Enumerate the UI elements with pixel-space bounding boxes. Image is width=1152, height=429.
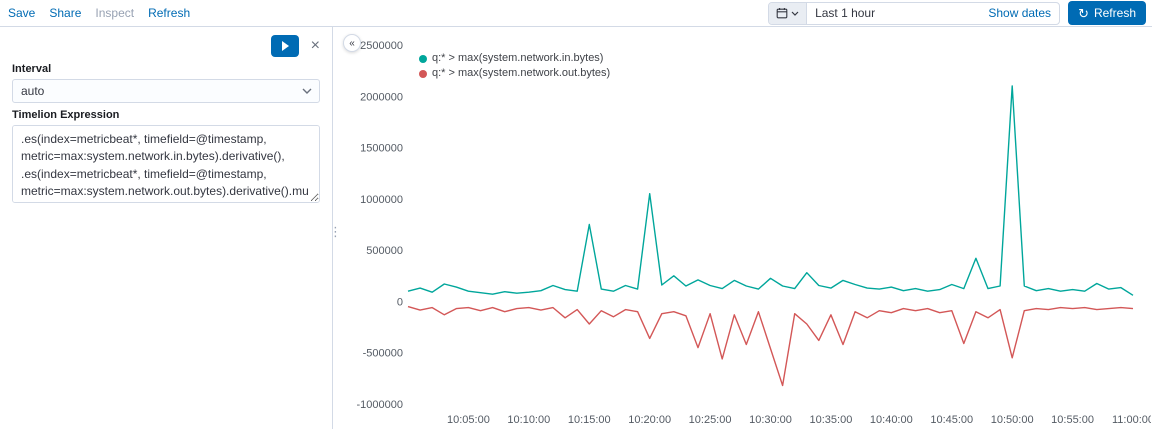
refresh-icon: ↻ bbox=[1078, 7, 1089, 20]
axis-tick-label: 10:45:00 bbox=[930, 414, 973, 426]
share-button[interactable]: Share bbox=[49, 6, 81, 20]
interval-label: Interval bbox=[12, 63, 320, 75]
time-range-value[interactable]: Last 1 hour bbox=[807, 6, 980, 20]
calendar-dropdown-button[interactable] bbox=[769, 3, 807, 24]
axis-tick-label: 10:30:00 bbox=[749, 414, 792, 426]
axis-tick-label: 10:15:00 bbox=[568, 414, 611, 426]
axis-tick-label: 1000000 bbox=[360, 194, 403, 206]
collapse-panel-button[interactable]: « bbox=[343, 34, 361, 52]
axis-tick-label: 10:50:00 bbox=[991, 414, 1034, 426]
top-bar: Save Share Inspect Refresh Last 1 hour S… bbox=[0, 0, 1152, 27]
play-icon bbox=[282, 41, 289, 51]
interval-select[interactable]: auto bbox=[12, 79, 320, 103]
timelion-editor-panel: × Interval auto Timelion Expression .es(… bbox=[0, 27, 333, 429]
refresh-button-label: Refresh bbox=[1094, 6, 1136, 20]
super-date-picker: Last 1 hour Show dates bbox=[768, 2, 1060, 25]
axis-tick-label: 1500000 bbox=[360, 143, 403, 155]
legend-label: q:* > max(system.network.in.bytes) bbox=[432, 51, 603, 66]
axis-tick-label: 0 bbox=[397, 296, 403, 308]
timelion-chart: 2500000 2000000 1500000 1000000 500000 0 -5000… bbox=[333, 27, 1151, 429]
axis-tick-label: 10:40:00 bbox=[870, 414, 913, 426]
show-dates-button[interactable]: Show dates bbox=[980, 6, 1059, 20]
chart-area: q:* > max(system.network.in.bytes) q:* >… bbox=[333, 27, 1152, 429]
axis-tick-label: -1000000 bbox=[357, 399, 404, 411]
axis-tick-label: 10:10:00 bbox=[507, 414, 550, 426]
axis-tick-label: -500000 bbox=[363, 348, 403, 360]
axis-tick-label: 500000 bbox=[366, 245, 403, 257]
series-line-1 bbox=[408, 307, 1133, 386]
legend-item-network-out: q:* > max(system.network.out.bytes) bbox=[419, 66, 610, 81]
timelion-expression-textarea[interactable]: .es(index=metricbeat*, timefield=@timest… bbox=[12, 125, 320, 203]
editor-actions: × bbox=[12, 35, 320, 57]
axis-tick-label: 10:55:00 bbox=[1051, 414, 1094, 426]
expression-label: Timelion Expression bbox=[12, 109, 320, 121]
main-content: × Interval auto Timelion Expression .es(… bbox=[0, 27, 1152, 429]
panel-resize-handle[interactable]: ⋮ bbox=[329, 225, 342, 238]
series-line-0 bbox=[408, 86, 1133, 295]
top-nav: Save Share Inspect Refresh bbox=[8, 6, 190, 20]
axis-tick-label: 2500000 bbox=[360, 40, 403, 52]
inspect-button[interactable]: Inspect bbox=[95, 6, 134, 20]
save-button[interactable]: Save bbox=[8, 6, 35, 20]
series-in-dot-icon bbox=[419, 55, 427, 63]
time-controls: Last 1 hour Show dates ↻ Refresh bbox=[768, 1, 1146, 25]
axis-tick-label: 2000000 bbox=[360, 91, 403, 103]
refresh-nav-button[interactable]: Refresh bbox=[148, 6, 190, 20]
legend-label: q:* > max(system.network.out.bytes) bbox=[432, 66, 610, 81]
refresh-button[interactable]: ↻ Refresh bbox=[1068, 1, 1146, 25]
run-expression-button[interactable] bbox=[271, 35, 299, 57]
chart-legend: q:* > max(system.network.in.bytes) q:* >… bbox=[419, 51, 610, 81]
close-editor-button[interactable]: × bbox=[311, 38, 320, 54]
legend-item-network-in: q:* > max(system.network.in.bytes) bbox=[419, 51, 610, 66]
chevron-down-icon bbox=[791, 11, 799, 16]
axis-tick-label: 10:25:00 bbox=[689, 414, 732, 426]
calendar-icon bbox=[776, 7, 788, 19]
axis-tick-label: 10:20:00 bbox=[628, 414, 671, 426]
series-out-dot-icon bbox=[419, 70, 427, 78]
axis-tick-label: 10:05:00 bbox=[447, 414, 490, 426]
axis-tick-label: 11:00:00 bbox=[1112, 414, 1151, 426]
axis-tick-label: 10:35:00 bbox=[810, 414, 853, 426]
